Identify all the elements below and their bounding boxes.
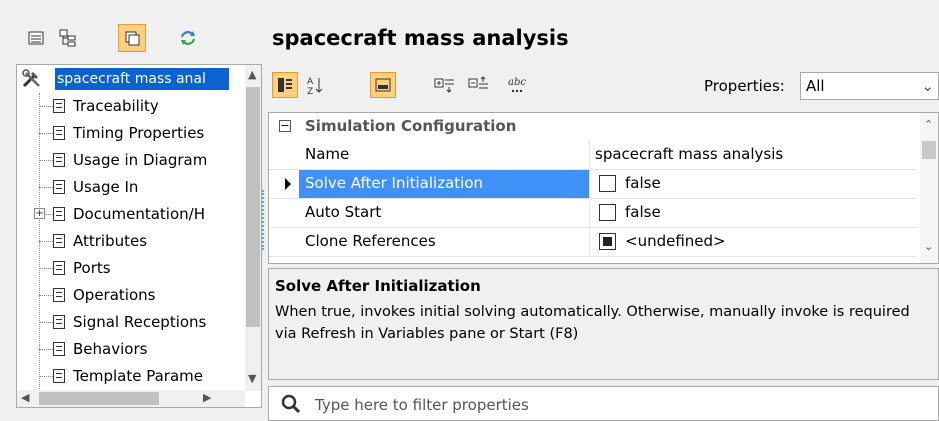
collapse-all-button[interactable] (466, 72, 492, 98)
group-header-simulation-configuration[interactable]: − Simulation Configuration (269, 113, 917, 141)
chevron-down-icon[interactable]: ⌄ (924, 239, 933, 255)
filter-box[interactable] (268, 386, 939, 421)
checkbox[interactable] (599, 175, 616, 192)
window-copy-button[interactable] (118, 24, 146, 52)
tree-item-usage-in-diagram[interactable]: Usage in Diagram (17, 147, 247, 174)
grid-vertical-thumb[interactable] (922, 141, 936, 159)
tree-item-signal-receptions[interactable]: Signal Receptions (17, 309, 247, 336)
text-options-button[interactable]: abc (504, 72, 530, 98)
containment-tree[interactable]: spacecraft mass anal Traceability Timing… (16, 64, 262, 408)
tree-vertical-scrollbar[interactable]: ▲ ▼ (245, 65, 261, 391)
refresh-icon (180, 31, 196, 45)
property-row-clone-references[interactable]: Clone References <undefined> (269, 228, 917, 257)
document-icon (53, 99, 65, 113)
list-view-icon (28, 31, 44, 45)
properties-filter-value: All (806, 77, 825, 95)
tree-item-traceability[interactable]: Traceability (17, 93, 247, 120)
list-view-button[interactable] (22, 24, 50, 52)
current-row-icon (285, 178, 291, 190)
property-name: Name (305, 145, 350, 163)
window-copy-icon (125, 31, 140, 46)
document-icon (53, 261, 65, 275)
tree-item-template-parameters[interactable]: Template Parame (17, 363, 247, 390)
expand-all-icon (434, 78, 454, 93)
grid-vertical-scrollbar[interactable]: ⌃ ⌄ (920, 113, 938, 263)
properties-filter-label: Properties: (704, 77, 785, 95)
svg-text:abc: abc (508, 77, 526, 88)
document-icon (53, 180, 65, 194)
scroll-up-icon[interactable]: ▲ (248, 67, 256, 83)
document-icon (53, 342, 65, 356)
property-row-auto-start[interactable]: Auto Start false (269, 199, 917, 228)
scroll-left-icon[interactable]: ◀ (21, 390, 29, 406)
checkbox-indeterminate[interactable] (599, 233, 616, 250)
refresh-button[interactable] (174, 24, 202, 52)
tree-view-icon (59, 29, 76, 47)
properties-filter-select[interactable]: All ⌄ (800, 72, 939, 100)
filter-input[interactable] (313, 393, 917, 417)
tree-horizontal-thumb[interactable] (39, 392, 159, 405)
collapse-icon[interactable]: − (279, 120, 291, 132)
chevron-up-icon[interactable]: ⌃ (924, 117, 933, 133)
chevron-down-icon: ⌄ (921, 77, 934, 95)
description-panel: Solve After Initialization When true, in… (268, 268, 939, 380)
sort-az-icon: AZ (307, 77, 323, 95)
description-panel-icon (375, 78, 391, 92)
scroll-down-icon[interactable]: ▼ (248, 371, 256, 387)
property-value: <undefined> (625, 232, 726, 250)
property-name: Clone References (305, 232, 436, 250)
svg-text:A: A (307, 77, 314, 87)
group-title: Simulation Configuration (305, 117, 517, 135)
property-row-name[interactable]: Name spacecraft mass analysis (269, 141, 917, 170)
tools-icon (21, 69, 43, 93)
description-title: Solve After Initialization (275, 277, 481, 295)
property-name: Solve After Initialization (305, 174, 484, 192)
panel-splitter[interactable] (262, 190, 264, 250)
property-value: false (625, 174, 661, 192)
tree-item-ports[interactable]: Ports (17, 255, 247, 282)
tree-root-label: spacecraft mass anal (55, 68, 229, 90)
document-icon (53, 207, 65, 221)
tree-item-documentation[interactable]: + Documentation/H (17, 201, 247, 228)
tree-item-operations[interactable]: Operations (17, 282, 247, 309)
expand-icon[interactable]: + (34, 208, 45, 219)
document-icon (53, 234, 65, 248)
tree-item-behaviors[interactable]: Behaviors (17, 336, 247, 363)
page-title: spacecraft mass analysis (272, 26, 569, 50)
property-value: false (625, 203, 661, 221)
property-value[interactable]: spacecraft mass analysis (595, 145, 783, 163)
description-body: When true, invokes initial solving autom… (275, 304, 910, 342)
document-icon (53, 288, 65, 302)
abc-icon: abc (508, 77, 526, 93)
categorized-icon (278, 78, 292, 92)
tree-item-attributes[interactable]: Attributes (17, 228, 247, 255)
property-row-solve-after-initialization[interactable]: Solve After Initialization false (269, 170, 917, 199)
tree-view-button[interactable] (54, 24, 82, 52)
properties-grid[interactable]: − Simulation Configuration Name spacecra… (268, 112, 939, 264)
tree-item-timing-properties[interactable]: Timing Properties (17, 120, 247, 147)
tree-root-item[interactable]: spacecraft mass anal (17, 66, 247, 92)
checkbox[interactable] (599, 204, 616, 221)
expand-all-button[interactable] (432, 72, 458, 98)
tree-vertical-thumb[interactable] (246, 87, 260, 327)
tree-item-usage-in[interactable]: Usage In (17, 174, 247, 201)
search-icon (281, 394, 301, 418)
document-icon (53, 315, 65, 329)
show-description-button[interactable] (370, 72, 396, 98)
document-icon (53, 369, 65, 383)
document-icon (53, 126, 65, 140)
svg-text:Z: Z (307, 87, 313, 95)
tree-horizontal-scrollbar[interactable]: ◀ ▶ (17, 390, 245, 407)
sort-alphabetically-button[interactable]: AZ (302, 72, 328, 98)
document-icon (53, 153, 65, 167)
property-name: Auto Start (305, 203, 382, 221)
categorized-view-button[interactable] (272, 72, 298, 98)
scroll-right-icon[interactable]: ▶ (203, 390, 211, 406)
collapse-all-icon (468, 76, 488, 89)
